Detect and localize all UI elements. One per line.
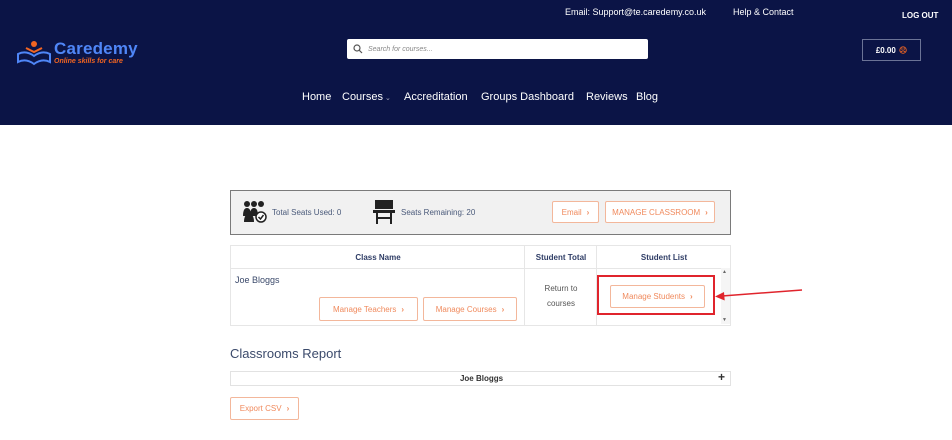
- help-contact-link[interactable]: Help & Contact: [733, 7, 794, 17]
- search-icon: [353, 44, 363, 54]
- manage-courses-button[interactable]: Manage Courses ›: [423, 297, 517, 321]
- report-accordion-row[interactable]: Joe Bloggs +: [230, 370, 731, 386]
- highlight-box: [597, 275, 715, 315]
- email-button-label: Email: [561, 207, 582, 217]
- seats-summary-panel: Total Seats Used: 0 Seats Remaining: 20 …: [230, 190, 731, 235]
- site-header: Email: Support@te.caredemy.co.uk Help & …: [0, 0, 952, 125]
- scroll-down-icon[interactable]: ▼: [722, 317, 727, 323]
- plus-icon[interactable]: +: [718, 370, 725, 384]
- seats-used-label: Total Seats Used: 0: [272, 208, 342, 217]
- logo-tagline: Online skills for care: [54, 58, 123, 65]
- chevron-right-icon: ›: [286, 404, 290, 413]
- logo-name: Caredemy: [54, 39, 138, 58]
- chevron-right-icon: ›: [501, 304, 505, 314]
- nav-item-blog[interactable]: Blog: [636, 91, 658, 103]
- manage-classroom-button[interactable]: MANAGE CLASSROOM ›: [605, 201, 715, 223]
- scroll-up-icon[interactable]: ▲: [722, 269, 727, 275]
- header-divider: [231, 268, 730, 269]
- manage-classroom-label: MANAGE CLASSROOM: [612, 207, 701, 217]
- search-input[interactable]: Search for courses...: [347, 39, 648, 59]
- manage-courses-label: Manage Courses: [435, 304, 497, 314]
- email-button[interactable]: Email ›: [552, 201, 599, 223]
- logout-link[interactable]: LOG OUT: [902, 11, 938, 20]
- search-placeholder: Search for courses...: [368, 45, 433, 53]
- export-csv-button[interactable]: Export CSV ›: [230, 397, 299, 420]
- chevron-right-icon: ›: [586, 207, 590, 217]
- chevron-right-icon: ›: [401, 304, 405, 314]
- seats-remaining-label: Seats Remaining: 20: [401, 208, 476, 217]
- desk-chair-icon: [373, 200, 395, 224]
- accordion-label: Joe Bloggs: [459, 374, 504, 383]
- column-header-student-total: Student Total: [535, 252, 587, 262]
- return-to-courses-line2[interactable]: courses: [525, 299, 597, 308]
- nav-item-reviews[interactable]: Reviews: [586, 91, 628, 103]
- column-header-class-name: Class Name: [355, 252, 401, 262]
- logo-book-icon: [17, 41, 51, 66]
- nav-item-courses[interactable]: Courses ⌄: [342, 91, 391, 103]
- cart-button[interactable]: £0.00 ☹: [862, 39, 921, 61]
- class-name-cell: Joe Bloggs: [235, 275, 280, 285]
- main-nav: Home Courses ⌄ Accreditation Groups Dashb…: [0, 91, 952, 107]
- caredemy-logo[interactable]: Caredemy Online skills for care: [16, 40, 138, 66]
- column-header-student-list: Student List: [640, 252, 688, 262]
- cart-total: £0.00: [875, 45, 896, 55]
- chevron-down-icon: ⌄: [384, 95, 391, 102]
- nav-item-groups-dashboard[interactable]: Groups Dashboard: [481, 91, 574, 103]
- nav-item-home[interactable]: Home: [302, 91, 331, 103]
- annotation-arrow-icon: [715, 289, 803, 301]
- manage-teachers-button[interactable]: Manage Teachers ›: [319, 297, 418, 321]
- manage-teachers-label: Manage Teachers: [332, 304, 397, 314]
- export-csv-label: Export CSV: [239, 404, 282, 413]
- classrooms-report-title: Classrooms Report: [230, 346, 342, 361]
- return-to-courses-line1[interactable]: Return to: [525, 284, 597, 293]
- nav-item-accreditation[interactable]: Accreditation: [404, 91, 468, 103]
- basket-icon: ☹: [898, 45, 908, 55]
- chevron-right-icon: ›: [705, 207, 708, 217]
- group-users-icon: [243, 201, 267, 223]
- support-email-link[interactable]: Email: Support@te.caredemy.co.uk: [565, 7, 706, 17]
- nav-item-courses-label: Courses: [342, 91, 383, 103]
